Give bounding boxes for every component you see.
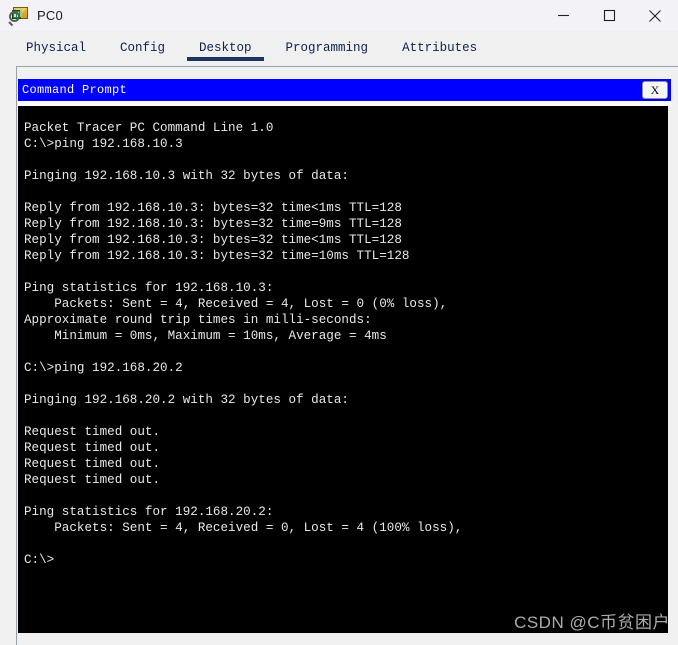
terminal-line: Ping statistics for 192.168.10.3: xyxy=(24,281,274,295)
tab-attributes[interactable]: Attributes xyxy=(390,38,489,61)
tab-physical[interactable]: Physical xyxy=(14,38,98,61)
command-prompt-titlebar: Command Prompt X xyxy=(18,79,671,101)
terminal-text: Packet Tracer PC Command Line 1.0 C:\>pin… xyxy=(24,120,668,568)
terminal-line: Reply from 192.168.10.3: bytes=32 time<1… xyxy=(24,233,402,247)
terminal-line: Approximate round trip times in milli-se… xyxy=(24,313,372,327)
tab-bar: Physical Config Desktop Programming Attr… xyxy=(0,38,678,66)
terminal-line: Packets: Sent = 4, Received = 0, Lost = … xyxy=(24,521,463,535)
command-prompt-title: Command Prompt xyxy=(22,83,128,97)
window-titlebar: PC0 xyxy=(0,0,678,31)
terminal-line: Reply from 192.168.10.3: bytes=32 time=9… xyxy=(24,217,402,231)
maximize-button[interactable] xyxy=(586,0,632,31)
terminal-line: C:\>ping 192.168.10.3 xyxy=(24,137,183,151)
tab-config[interactable]: Config xyxy=(108,38,177,61)
window-controls xyxy=(540,0,678,31)
tab-desktop[interactable]: Desktop xyxy=(187,38,264,61)
terminal-output[interactable]: Packet Tracer PC Command Line 1.0 C:\>pin… xyxy=(18,106,668,633)
terminal-line: Request timed out. xyxy=(24,473,161,487)
terminal-line: Request timed out. xyxy=(24,425,161,439)
terminal-line: C:\> xyxy=(24,553,55,567)
minimize-button[interactable] xyxy=(540,0,586,31)
terminal-line: Ping statistics for 192.168.20.2: xyxy=(24,505,274,519)
command-prompt-window: Command Prompt X Packet Tracer PC Comman… xyxy=(18,79,671,633)
terminal-line: C:\>ping 192.168.20.2 xyxy=(24,361,183,375)
terminal-line: Packet Tracer PC Command Line 1.0 xyxy=(24,121,274,135)
terminal-line: Request timed out. xyxy=(24,457,161,471)
terminal-line: Pinging 192.168.10.3 with 32 bytes of da… xyxy=(24,169,349,183)
tab-programming[interactable]: Programming xyxy=(274,38,381,61)
packet-tracer-pc-icon xyxy=(8,6,30,26)
terminal-line: Request timed out. xyxy=(24,441,161,455)
terminal-line: Pinging 192.168.20.2 with 32 bytes of da… xyxy=(24,393,349,407)
close-button[interactable] xyxy=(632,0,678,31)
terminal-line: Reply from 192.168.10.3: bytes=32 time<1… xyxy=(24,201,402,215)
pc0-window: PC0 Physical Config Desktop Programming … xyxy=(0,0,678,645)
terminal-line: Reply from 192.168.10.3: bytes=32 time=1… xyxy=(24,249,410,263)
window-title: PC0 xyxy=(37,8,63,23)
command-prompt-close-button[interactable]: X xyxy=(642,81,668,99)
terminal-line: Packets: Sent = 4, Received = 4, Lost = … xyxy=(24,297,448,311)
terminal-line: Minimum = 0ms, Maximum = 10ms, Average =… xyxy=(24,329,387,343)
